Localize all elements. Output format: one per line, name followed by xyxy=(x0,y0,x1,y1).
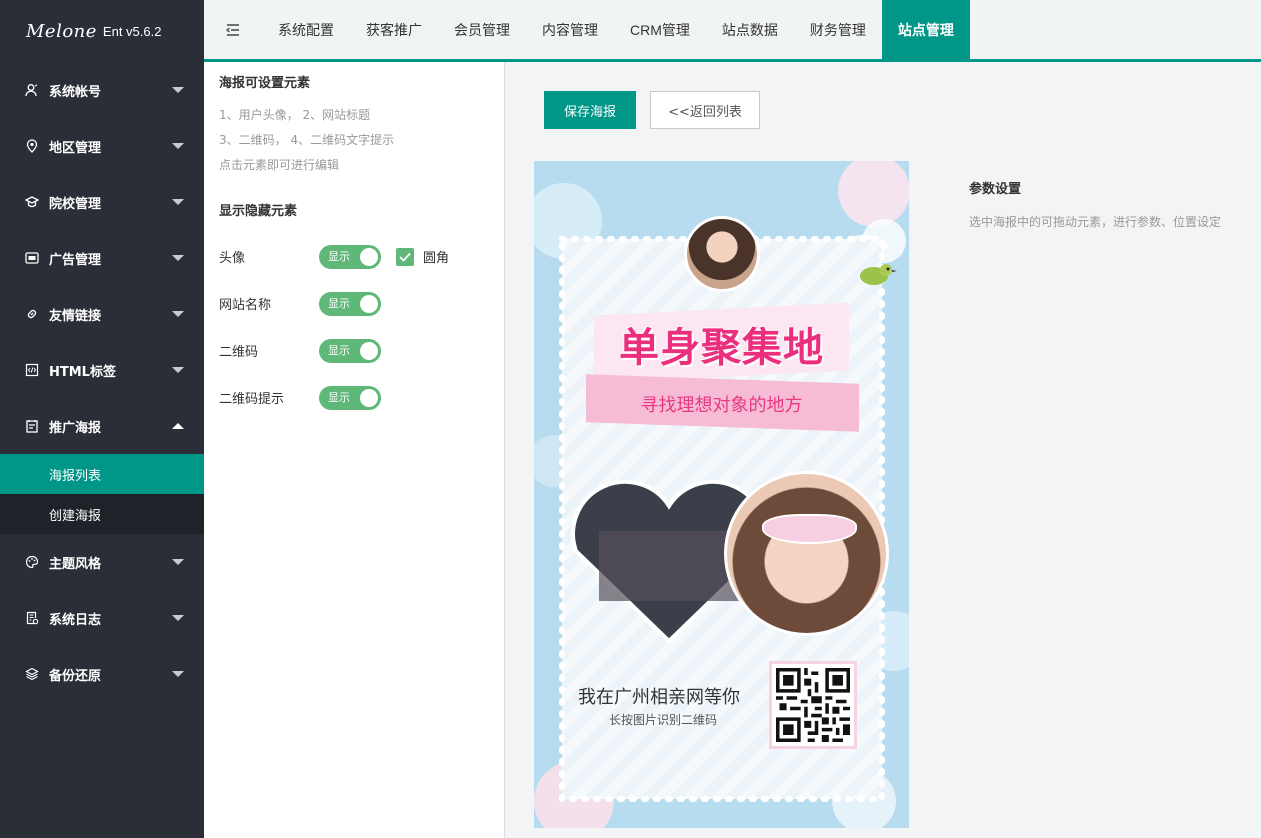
ad-icon xyxy=(24,250,40,266)
poster-qrcode[interactable] xyxy=(769,661,857,749)
poster-site-name-text[interactable]: 我在广州相亲网等你 xyxy=(578,683,740,709)
code-icon xyxy=(24,362,40,378)
chevron-down-icon xyxy=(172,255,184,261)
sidebar-item-label: 院校管理 xyxy=(49,196,102,212)
sidebar-subitem-create-poster[interactable]: 创建海报 xyxy=(0,494,204,534)
sidebar-item-label: HTML标签 xyxy=(49,364,116,380)
sidebar-item-accounts[interactable]: 系统帐号 xyxy=(0,62,204,118)
sidebar-item-backup[interactable]: 备份还原 xyxy=(0,646,204,702)
sidebar-item-label: 系统日志 xyxy=(49,612,102,628)
sidebar-item-ads[interactable]: 广告管理 xyxy=(0,230,204,286)
sidebar-item-logs[interactable]: 系统日志 xyxy=(0,590,204,646)
chevron-down-icon xyxy=(172,559,184,565)
sidebar-item-label: 推广海报 xyxy=(49,420,102,436)
toggle-row-avatar: 头像 显示 圆角 xyxy=(219,233,504,280)
tab-members[interactable]: 会员管理 xyxy=(438,0,526,59)
sidebar-item-schools[interactable]: 院校管理 xyxy=(0,174,204,230)
sidebar-item-regions[interactable]: 地区管理 xyxy=(0,118,204,174)
chevron-down-icon xyxy=(172,87,184,93)
section-title-settable-elements: 海报可设置元素 xyxy=(219,76,311,91)
toggle-label: 头像 xyxy=(219,251,246,266)
chevron-down-icon xyxy=(172,671,184,677)
qrcode-hint-visibility-switch[interactable]: 显示 xyxy=(319,385,381,410)
back-to-list-button[interactable]: <<返回列表 xyxy=(650,91,760,129)
rounded-corner-checkbox[interactable]: 圆角 xyxy=(396,247,449,266)
chevron-down-icon xyxy=(172,143,184,149)
toggle-label: 二维码提示 xyxy=(219,392,285,407)
params-title: 参数设置 xyxy=(969,182,1022,197)
poster-canvas: 单身聚集地 寻找理想对象的地方 我在广州相亲网等你 长按图片识别二维码 xyxy=(534,161,909,828)
app-logo[interactable]: Melone Ent v5.6.2 xyxy=(0,0,204,62)
poster-site-title[interactable]: 单身聚集地 xyxy=(534,315,909,373)
chevron-down-icon xyxy=(172,367,184,373)
params-hint: 选中海报中的可拖动元素，进行参数、位置设定 xyxy=(969,215,1222,229)
tab-crm[interactable]: CRM管理 xyxy=(614,0,706,59)
save-poster-button[interactable]: 保存海报 xyxy=(544,91,636,129)
link-icon xyxy=(24,306,40,322)
user-avatar[interactable] xyxy=(684,216,760,292)
chevron-down-icon xyxy=(172,311,184,317)
toggle-row-qrcode: 二维码 显示 xyxy=(219,327,504,374)
top-nav: 系统配置 获客推广 会员管理 内容管理 CRM管理 站点数据 财务管理 站点管理 xyxy=(204,0,1261,62)
toggle-label: 网站名称 xyxy=(219,298,272,313)
tab-site-management[interactable]: 站点管理 xyxy=(881,0,970,59)
sidebar-item-label: 地区管理 xyxy=(49,140,102,156)
logo-script: Melone xyxy=(26,20,97,42)
chevron-up-icon xyxy=(172,423,184,429)
couple-photo-circle xyxy=(724,471,889,636)
sidebar-item-label: 系统帐号 xyxy=(49,84,102,100)
sidebar-item-links[interactable]: 友情链接 xyxy=(0,286,204,342)
section-title-visibility: 显示隐藏元素 xyxy=(219,204,298,219)
tab-system-config[interactable]: 系统配置 xyxy=(262,0,350,59)
app-version: Ent v5.6.2 xyxy=(102,23,162,39)
poster-config-panel: 海报可设置元素 1、用户头像， 2、网站标题 3、二维码， 4、二维码文字提示 … xyxy=(204,62,505,838)
tab-content[interactable]: 内容管理 xyxy=(526,0,614,59)
hint-line: 点击元素即可进行编辑 xyxy=(219,158,340,172)
log-icon xyxy=(24,610,40,626)
poster-subtitle: 寻找理想对象的地方 xyxy=(640,395,803,416)
tab-site-data[interactable]: 站点数据 xyxy=(706,0,794,59)
sidebar-item-posters[interactable]: 推广海报 xyxy=(0,398,204,454)
sidebar-item-html-tags[interactable]: HTML标签 xyxy=(0,342,204,398)
menu-toggle-icon[interactable] xyxy=(204,0,262,59)
qrcode-icon xyxy=(776,668,850,742)
checkbox-label: 圆角 xyxy=(423,251,450,266)
sidebar: Melone Ent v5.6.2 系统帐号 地区管理 院校管理 广告管理 友情… xyxy=(0,0,204,838)
school-icon xyxy=(24,194,40,210)
toggle-row-site-name: 网站名称 显示 xyxy=(219,280,504,327)
site-name-visibility-switch[interactable]: 显示 xyxy=(319,291,381,316)
layers-icon xyxy=(24,666,40,682)
qrcode-visibility-switch[interactable]: 显示 xyxy=(319,338,381,363)
user-icon xyxy=(24,82,40,98)
sidebar-item-label: 友情链接 xyxy=(49,308,102,324)
toggle-row-qrcode-hint: 二维码提示 显示 xyxy=(219,374,504,421)
chevron-down-icon xyxy=(172,199,184,205)
poster-icon xyxy=(24,418,40,434)
tab-finance[interactable]: 财务管理 xyxy=(794,0,882,59)
sidebar-item-label: 广告管理 xyxy=(49,252,102,268)
bird-icon xyxy=(860,264,897,285)
hint-line: 3、二维码， 4、二维码文字提示 xyxy=(219,133,395,147)
sidebar-subitem-poster-list[interactable]: 海报列表 xyxy=(0,454,204,494)
poster-qrcode-hint[interactable]: 长按图片识别二维码 xyxy=(609,711,717,728)
chevron-down-icon xyxy=(172,615,184,621)
tab-acquisition[interactable]: 获客推广 xyxy=(350,0,438,59)
heart-mask-decoration xyxy=(762,514,857,544)
check-icon xyxy=(396,247,414,266)
sidebar-item-themes[interactable]: 主题风格 xyxy=(0,534,204,590)
toggle-label: 二维码 xyxy=(219,345,259,360)
sidebar-item-label: 备份还原 xyxy=(49,668,102,684)
hint-line: 1、用户头像， 2、网站标题 xyxy=(219,108,371,122)
location-icon xyxy=(24,138,40,154)
avatar-visibility-switch[interactable]: 显示 xyxy=(319,244,381,269)
palette-icon xyxy=(24,554,40,570)
sidebar-item-label: 主题风格 xyxy=(49,556,102,572)
